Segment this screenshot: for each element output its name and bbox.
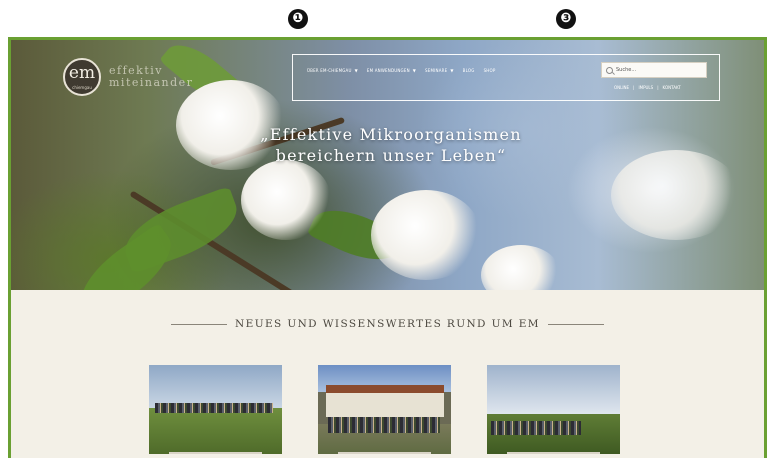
menu-item-shop[interactable]: SHOP (484, 68, 496, 73)
search-input[interactable] (616, 64, 706, 76)
card-caption (338, 452, 431, 454)
blossom-image (611, 150, 741, 240)
utility-links: ONLINE | IMPULS | KONTAKT (614, 85, 681, 90)
logo-mark-subtext: chiemgau (72, 85, 92, 90)
annotation-marker-3: ❸ (556, 9, 576, 29)
hero-headline-line-2: bereichern unser Leben“ (275, 146, 507, 165)
site-logo[interactable]: em chiemgau effektiv miteinander (63, 58, 193, 96)
logo-mark: em chiemgau (63, 58, 101, 96)
menu-item-seminare[interactable]: SEMINARE ▼ (425, 68, 454, 73)
divider: | (657, 85, 659, 90)
chevron-down-icon: ▼ (412, 68, 417, 73)
news-card-image[interactable] (149, 365, 282, 454)
card-caption (507, 452, 600, 454)
blossom-image (241, 160, 331, 240)
blossom-image (481, 245, 561, 290)
menu-item-label: SEMINARE (425, 68, 448, 73)
header-navigation-highlight: ÜBER EM-CHIEMGAU ▼ EM ANWENDUNGEN ▼ SEMI… (292, 54, 720, 101)
chevron-down-icon: ▼ (450, 68, 454, 73)
group-image (328, 417, 440, 433)
section-heading-row: NEUES UND WISSENSWERTES RUND UM EM (11, 318, 764, 330)
menu-item-label: EM ANWENDUNGEN (366, 68, 410, 73)
menu-item-ueber-em-chiemgau[interactable]: ÜBER EM-CHIEMGAU ▼ (307, 68, 358, 73)
menu-item-em-anwendungen[interactable]: EM ANWENDUNGEN ▼ (367, 68, 416, 73)
menu-item-label: ÜBER EM-CHIEMGAU (307, 68, 352, 73)
search-icon[interactable] (606, 66, 613, 74)
divider: | (633, 85, 635, 90)
group-image (491, 421, 581, 435)
menu-item-label: SHOP (483, 68, 496, 73)
chevron-down-icon: ▼ (354, 68, 358, 73)
field-image (149, 407, 282, 454)
divider (547, 323, 604, 325)
util-link-online[interactable]: ONLINE (614, 85, 629, 90)
building-image (326, 385, 444, 417)
sky-image (487, 365, 620, 414)
logo-wordmark: effektiv miteinander (109, 65, 193, 89)
sky-image (149, 365, 282, 408)
main-menu: ÜBER EM-CHIEMGAU ▼ EM ANWENDUNGEN ▼ SEMI… (307, 68, 495, 73)
search-box (601, 62, 707, 78)
blossom-image (371, 190, 481, 280)
news-card-image[interactable] (487, 365, 620, 454)
news-section: NEUES UND WISSENSWERTES RUND UM EM (11, 290, 764, 458)
news-card-image[interactable] (318, 365, 451, 454)
annotation-marker-1: ❶ (288, 9, 308, 29)
card-caption (169, 452, 262, 454)
divider (171, 323, 228, 325)
section-heading: NEUES UND WISSENSWERTES RUND UM EM (235, 318, 540, 330)
logo-mark-text: em (68, 63, 96, 83)
util-link-impuls[interactable]: IMPULS (638, 85, 653, 90)
hero-banner: em chiemgau effektiv miteinander ÜBER EM… (11, 40, 764, 290)
menu-item-label: BLOG (462, 68, 475, 73)
logo-line-2: miteinander (109, 76, 194, 89)
hero-headline: „Effektive Mikroorganismen bereichern un… (191, 124, 591, 166)
website-frame: em chiemgau effektiv miteinander ÜBER EM… (8, 37, 767, 458)
util-link-kontakt[interactable]: KONTAKT (663, 85, 681, 90)
hero-headline-line-1: „Effektive Mikroorganismen (260, 125, 522, 144)
group-image (155, 403, 273, 413)
menu-item-blog[interactable]: BLOG (463, 68, 475, 73)
